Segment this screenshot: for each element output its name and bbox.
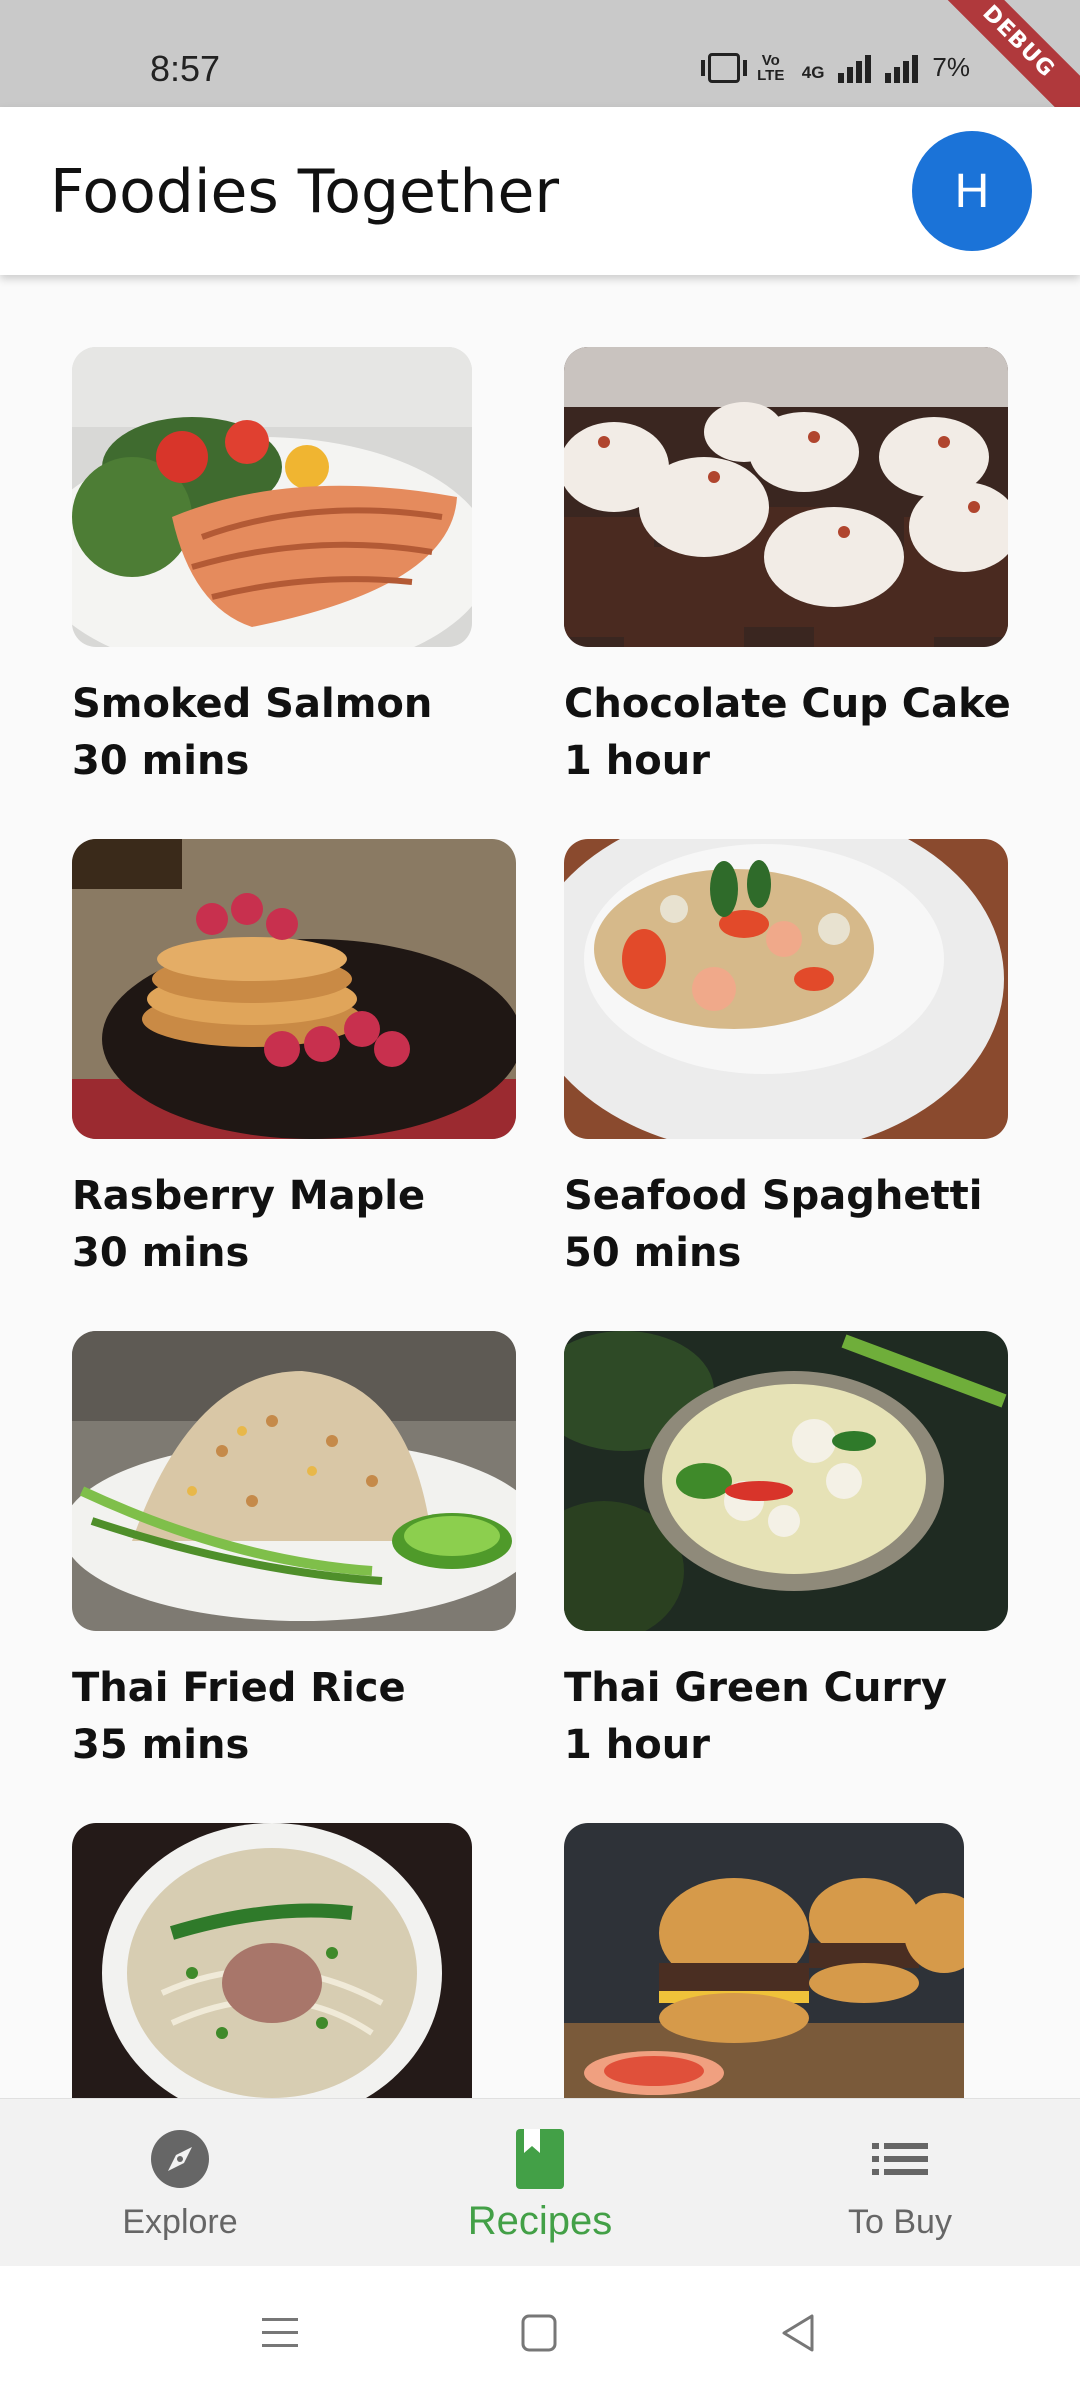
app-bar: Foodies Together H	[0, 107, 1080, 275]
recipe-card[interactable]: Smoked Salmon 30 mins	[72, 347, 472, 784]
recipe-card[interactable]: Chocolate Cup Cake 1 hour	[564, 347, 1011, 784]
recipe-time: 1 hour	[564, 1722, 710, 1768]
compass-icon	[151, 2130, 209, 2188]
status-bar: 8:57 Vo LTE 4G 7% DEBUG	[0, 0, 1080, 141]
recipe-time: 35 mins	[72, 1722, 250, 1768]
recipe-card[interactable]: Thai Green Curry 1 hour	[564, 1331, 1008, 1768]
status-time: 8:57	[150, 48, 221, 89]
recipe-image[interactable]	[564, 1823, 964, 2098]
book-icon	[516, 2129, 564, 2189]
home-icon[interactable]	[514, 2310, 564, 2356]
recipe-name: Smoked Salmon	[72, 681, 433, 727]
app-title: Foodies Together	[50, 157, 560, 227]
recipe-image[interactable]	[72, 1823, 472, 2098]
system-navigation-bar	[0, 2266, 1080, 2400]
network-type-label: 4G	[801, 63, 825, 82]
vibrate-icon	[700, 53, 747, 83]
recipe-time: 30 mins	[72, 1230, 250, 1276]
recipe-time: 30 mins	[72, 738, 250, 784]
recipe-name: Rasberry Maple	[72, 1173, 426, 1219]
recipe-card[interactable]: Rasberry Maple 30 mins	[72, 839, 516, 1276]
recipe-image[interactable]	[564, 1331, 1008, 1631]
nav-label-explore: Explore	[122, 2203, 238, 2241]
nav-item-explore[interactable]: Explore	[0, 2099, 360, 2267]
recipe-name: Thai Fried Rice	[72, 1665, 406, 1711]
recipe-image[interactable]	[564, 839, 1008, 1139]
recipe-image[interactable]	[72, 347, 472, 647]
recipe-image[interactable]	[72, 839, 516, 1139]
recipe-name: Thai Green Curry	[564, 1665, 947, 1711]
back-icon[interactable]	[774, 2310, 824, 2356]
nav-label-to-buy: To Buy	[848, 2203, 952, 2241]
list-icon	[872, 2143, 928, 2175]
recipe-name: Seafood Spaghetti	[564, 1173, 983, 1219]
recipe-name: Chocolate Cup Cake	[564, 681, 1011, 727]
nav-item-to-buy[interactable]: To Buy	[720, 2099, 1080, 2267]
nav-item-recipes[interactable]: Recipes	[360, 2099, 720, 2267]
recipe-card[interactable]	[564, 1823, 964, 2098]
volte-icon: Vo LTE	[757, 52, 785, 84]
profile-avatar[interactable]: H	[912, 131, 1032, 251]
recipe-card[interactable]: Seafood Spaghetti 50 mins	[564, 839, 1008, 1276]
recipe-grid[interactable]: Smoked Salmon 30 mins Chocolate Cup Cake…	[0, 275, 1080, 2098]
recipe-image[interactable]	[564, 347, 1008, 647]
recipe-card[interactable]: Thai Fried Rice 35 mins	[72, 1331, 516, 1768]
bottom-navigation: Explore Recipes To Buy	[0, 2098, 1080, 2266]
recipe-image[interactable]	[72, 1331, 516, 1631]
nav-label-recipes: Recipes	[467, 2199, 613, 2243]
recipe-card[interactable]	[72, 1823, 472, 2098]
signal-icon-2	[885, 53, 919, 83]
status-icons: Vo LTE 4G 7%	[700, 52, 970, 84]
battery-level: 7%	[932, 52, 970, 82]
signal-icon	[838, 53, 872, 83]
recipe-time: 1 hour	[564, 738, 710, 784]
recipe-time: 50 mins	[564, 1230, 742, 1276]
menu-icon[interactable]	[256, 2310, 306, 2356]
